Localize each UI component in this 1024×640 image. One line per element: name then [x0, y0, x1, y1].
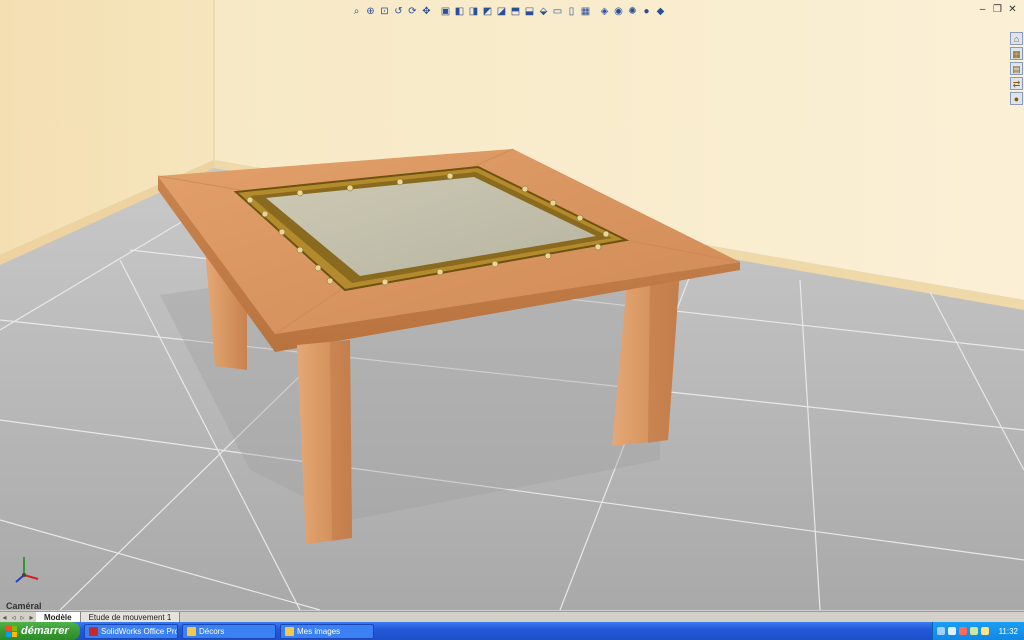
graphics-viewport[interactable]: ⌕ ⊕ ⊡ ↺ ⟳ ✥ ▣ ◧ ◨ ◩ ◪ ⬒ ⬓ ⬙ ▭ ▯ ▦ ◈ ◉ ✺ ● ◆ – ❐ ✕ ⌂ ▦ ▤ ⇄ ● C…: [0, 0, 1024, 610]
scene-render[interactable]: [0, 0, 1024, 610]
network-icon[interactable]: [937, 627, 945, 635]
taskbar-button-decors[interactable]: Décors: [182, 623, 276, 639]
standard-views-icon[interactable]: ▣: [439, 5, 452, 18]
windows-taskbar: démarrer SolidWorks Office Pro... Décors…: [0, 622, 1024, 640]
zoom-in-icon[interactable]: ⊕: [364, 5, 377, 18]
system-tray: 11:32: [932, 622, 1024, 640]
front-view-icon[interactable]: ◧: [453, 5, 466, 18]
zoom-to-fit-icon[interactable]: ⌕: [350, 5, 363, 18]
right-view-icon[interactable]: ◪: [495, 5, 508, 18]
task-pane-tabs: ⌂ ▦ ▤ ⇄ ●: [1010, 32, 1024, 105]
folder-icon: [285, 626, 294, 636]
volume-icon[interactable]: [948, 627, 956, 635]
solidworks-tray-icon[interactable]: [959, 627, 967, 635]
back-view-icon[interactable]: ◨: [467, 5, 480, 18]
close-icon[interactable]: ✕: [1007, 4, 1018, 15]
display-style-icon[interactable]: ◈: [598, 5, 611, 18]
file-explorer-icon[interactable]: ▤: [1010, 62, 1023, 75]
solidworks-resources-icon[interactable]: ⌂: [1010, 32, 1023, 45]
rotate-icon[interactable]: ⟳: [406, 5, 419, 18]
appearance-icon[interactable]: ●: [640, 5, 653, 18]
two-view-icon[interactable]: ▯: [565, 5, 578, 18]
pan-icon[interactable]: ✥: [420, 5, 433, 18]
taskbar-button-solidworks[interactable]: SolidWorks Office Pro...: [84, 623, 178, 639]
four-view-icon[interactable]: ▦: [579, 5, 592, 18]
top-view-icon[interactable]: ⬒: [509, 5, 522, 18]
zoom-to-area-icon[interactable]: ⊡: [378, 5, 391, 18]
start-label: démarrer: [21, 625, 69, 637]
restore-icon[interactable]: ❐: [992, 4, 1003, 15]
solidworks-icon: [89, 626, 98, 636]
document-window-controls: – ❐ ✕: [977, 4, 1018, 15]
hide-show-icon[interactable]: ◉: [612, 5, 625, 18]
minimize-icon[interactable]: –: [977, 4, 988, 15]
clock: 11:32: [998, 626, 1018, 636]
single-view-icon[interactable]: ▭: [551, 5, 564, 18]
scene-icon[interactable]: ◆: [654, 5, 667, 18]
left-view-icon[interactable]: ◩: [481, 5, 494, 18]
update-icon[interactable]: [981, 627, 989, 635]
appearances-icon[interactable]: ●: [1010, 92, 1023, 105]
folder-icon: [187, 626, 196, 636]
isometric-view-icon[interactable]: ⬙: [537, 5, 550, 18]
start-button[interactable]: démarrer: [0, 622, 80, 640]
windows-logo-icon: [6, 625, 17, 637]
view-palette-icon[interactable]: ⇄: [1010, 77, 1023, 90]
camera-label: Caméral: [6, 601, 42, 610]
coordinate-triad-icon: [15, 557, 39, 583]
heads-up-view-toolbar: ⌕ ⊕ ⊡ ↺ ⟳ ✥ ▣ ◧ ◨ ◩ ◪ ⬒ ⬓ ⬙ ▭ ▯ ▦ ◈ ◉ ✺ ● ◆: [350, 3, 667, 19]
security-icon[interactable]: [970, 627, 978, 635]
bottom-view-icon[interactable]: ⬓: [523, 5, 536, 18]
design-library-icon[interactable]: ▦: [1010, 47, 1023, 60]
lights-icon[interactable]: ✺: [626, 5, 639, 18]
taskbar-button-mes-images[interactable]: Mes images: [280, 623, 374, 639]
previous-view-icon[interactable]: ↺: [392, 5, 405, 18]
